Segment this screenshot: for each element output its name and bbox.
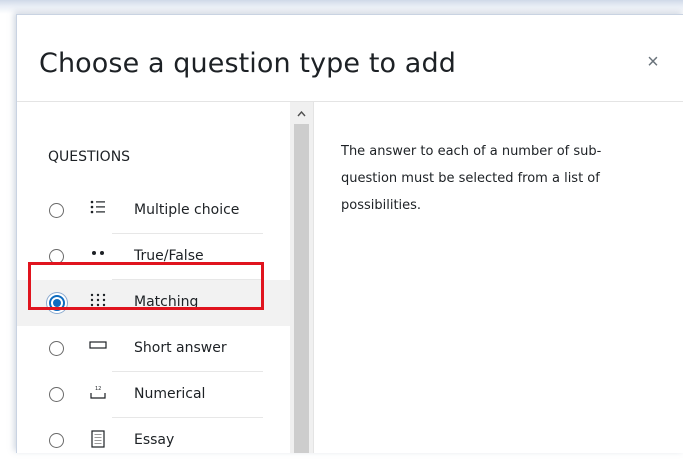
option-label: Short answer [134,340,227,356]
question-type-list: QUESTIONS Multiple choice True/False Mat… [17,102,290,453]
scroll-up-arrow-icon[interactable] [290,102,313,124]
questions-section-title: QUESTIONS [48,149,131,165]
dialog-title: Choose a question type to add [39,48,456,79]
option-label: True/False [134,248,204,264]
list-scrollbar[interactable] [290,102,313,453]
matching-grid-icon [89,292,107,312]
option-matching[interactable]: Matching [17,280,290,326]
dialog-header: Choose a question type to add × [17,15,683,102]
option-label: Essay [134,432,175,448]
option-true-false[interactable]: True/False [17,234,290,280]
option-multiple-choice[interactable]: Multiple choice [17,188,290,234]
radio-matching[interactable] [49,295,65,311]
radio-essay[interactable] [49,433,64,448]
option-label: Multiple choice [134,202,240,218]
two-dots-icon [89,246,107,266]
essay-document-icon [89,430,107,450]
radio-true-false[interactable] [49,249,64,264]
radio-multiple-choice[interactable] [49,203,64,218]
close-icon[interactable]: × [645,52,661,72]
option-label: Numerical [134,386,206,402]
svg-text:12: 12 [95,386,101,392]
option-short-answer[interactable]: Short answer [17,326,290,372]
scroll-thumb[interactable] [294,124,309,453]
question-type-dialog: Choose a question type to add × QUESTION… [16,14,683,453]
option-numerical[interactable]: 12 Numerical [17,372,290,418]
option-essay[interactable]: Essay [17,418,290,464]
question-type-description: The answer to each of a number of sub-qu… [341,144,602,213]
input-box-icon [89,338,107,358]
list-icon [89,200,107,220]
radio-numerical[interactable] [49,387,64,402]
radio-short-answer[interactable] [49,341,64,356]
description-panel: The answer to each of a number of sub-qu… [313,102,683,453]
option-label: Matching [134,294,199,310]
numerical-icon: 12 [89,384,107,404]
